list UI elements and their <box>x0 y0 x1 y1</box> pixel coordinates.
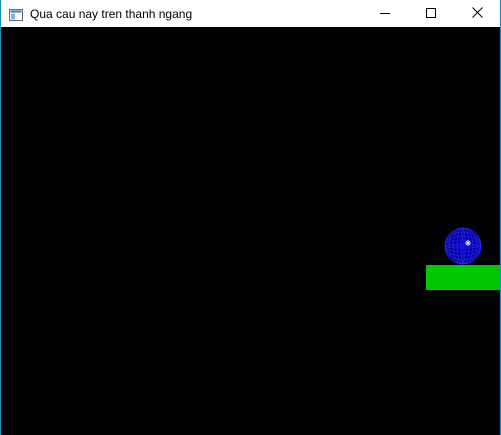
title-bar[interactable]: Qua cau nay tren thanh ngang <box>1 0 500 27</box>
maximize-icon <box>426 5 436 23</box>
app-window: Qua cau nay tren thanh ngang <box>0 0 501 435</box>
maximize-button[interactable] <box>408 0 454 27</box>
green-platform-bar <box>426 265 500 290</box>
minimize-button[interactable] <box>362 0 408 27</box>
window-controls <box>362 0 500 27</box>
close-button[interactable] <box>454 0 500 27</box>
close-icon <box>471 5 483 23</box>
game-canvas[interactable] <box>1 27 500 435</box>
window-title: Qua cau nay tren thanh ngang <box>30 6 193 21</box>
window-app-icon <box>9 8 23 21</box>
minimize-icon <box>380 5 390 23</box>
wireframe-sphere-ball <box>444 227 482 265</box>
